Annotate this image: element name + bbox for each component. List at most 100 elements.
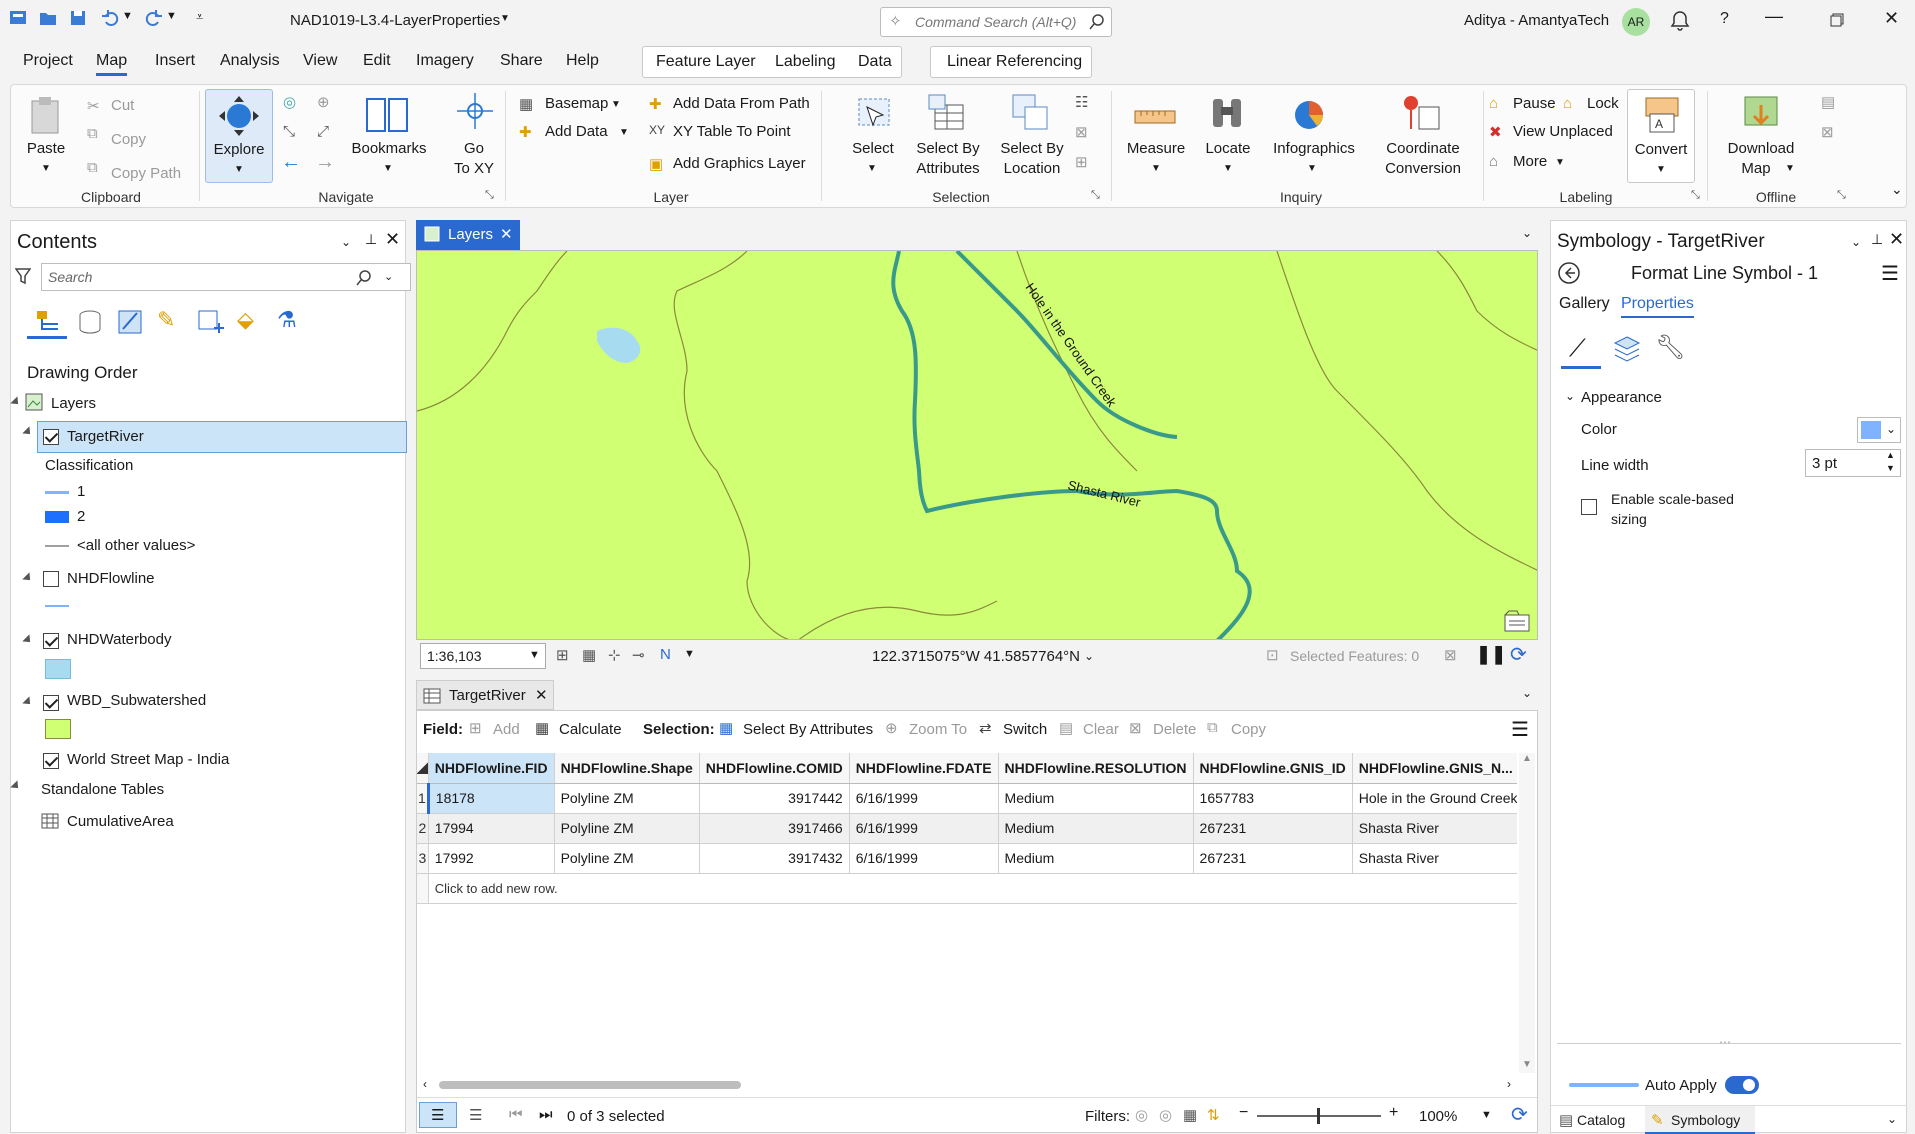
- wbd-expand-icon[interactable]: [22, 696, 34, 708]
- paste-button[interactable]: Paste: [23, 139, 69, 159]
- notifications-bell-icon[interactable]: [1670, 10, 1690, 32]
- project-title-dropdown-icon[interactable]: ▼: [500, 13, 510, 24]
- correction-tool-icon[interactable]: N: [660, 646, 671, 663]
- cell-gnis-id[interactable]: 267231: [1193, 843, 1353, 874]
- more-dropdown-icon[interactable]: ▼: [1555, 157, 1565, 168]
- tab-feature-layer[interactable]: Feature Layer: [656, 53, 756, 71]
- save-project-icon[interactable]: [68, 8, 88, 28]
- select-dropdown-icon[interactable]: ▼: [867, 163, 877, 174]
- paste-dropdown-icon[interactable]: ▼: [41, 163, 51, 174]
- row-number[interactable]: 3: [417, 843, 429, 874]
- show-all-records-button[interactable]: ☰: [419, 1102, 457, 1128]
- line-width-input[interactable]: 3 pt ▲ ▼: [1805, 449, 1901, 477]
- last-record-icon[interactable]: ⏭: [539, 1106, 553, 1123]
- open-project-icon[interactable]: [38, 8, 58, 28]
- table-row[interactable]: 2 17994 Polyline ZM 3917466 6/16/1999 Me…: [417, 813, 1517, 844]
- full-extent-icon[interactable]: ◎: [283, 93, 296, 111]
- refresh-table-icon[interactable]: ⟳: [1511, 1102, 1528, 1127]
- add-row-hint[interactable]: Click to add new row.: [428, 873, 1517, 904]
- row-number[interactable]: 2: [417, 813, 429, 844]
- add-data-button[interactable]: Add Data: [545, 123, 608, 140]
- scroll-down-icon[interactable]: ▼: [1522, 1059, 1532, 1070]
- cell-comid[interactable]: 3917466: [699, 813, 850, 844]
- column-header-resolution[interactable]: NHDFlowline.RESOLUTION: [998, 753, 1194, 784]
- table-row[interactable]: 1 18178 Polyline ZM 3917442 6/16/1999 Me…: [417, 783, 1517, 814]
- scale-based-sizing-label-line1[interactable]: Enable scale-based: [1611, 491, 1734, 507]
- infographics-dropdown-icon[interactable]: ▼: [1307, 163, 1317, 174]
- table-zoom-level[interactable]: 100%: [1419, 1108, 1457, 1125]
- tab-linear-referencing[interactable]: Linear Referencing: [947, 53, 1082, 71]
- snapping-tool-icon[interactable]: ⊹: [608, 646, 621, 664]
- cell-gnis-id[interactable]: 267231: [1193, 813, 1353, 844]
- nhdwaterbody-expand-icon[interactable]: [22, 634, 34, 646]
- selected-features-count[interactable]: Selected Features: 0: [1290, 648, 1419, 664]
- filter-extent-icon[interactable]: ◎: [1135, 1106, 1148, 1124]
- targetriver-visibility-checkbox[interactable]: [43, 429, 59, 445]
- zoom-out-fixed-icon[interactable]: ⤢: [317, 123, 329, 140]
- clear-selection-icon[interactable]: ⊠: [1075, 123, 1088, 141]
- redo-icon[interactable]: [144, 8, 164, 28]
- cell-gnis-name[interactable]: Hole in the Ground Creek: [1352, 783, 1517, 814]
- cell-fdate[interactable]: 6/16/1999: [849, 813, 999, 844]
- cell-comid[interactable]: 3917432: [699, 843, 850, 874]
- nhdflowline-symbol[interactable]: [45, 605, 69, 607]
- table-tool-icon[interactable]: ▦: [582, 646, 596, 664]
- zoom-to-selection-icon[interactable]: ⊞: [1075, 153, 1088, 171]
- restore-window-icon[interactable]: [1830, 13, 1844, 27]
- clear-selection-button[interactable]: Clear: [1083, 721, 1119, 738]
- locate-button[interactable]: Locate: [1197, 139, 1259, 159]
- tab-insert[interactable]: Insert: [155, 52, 195, 70]
- tab-share[interactable]: Share: [500, 52, 543, 70]
- convert-button[interactable]: A Convert ▼: [1627, 89, 1695, 183]
- pause-button[interactable]: Pause: [1513, 95, 1556, 112]
- symbology-options-icon[interactable]: ⌄: [1851, 235, 1861, 249]
- list-by-labeling-icon[interactable]: ⬙: [237, 307, 254, 333]
- add-data-dropdown-icon[interactable]: ▼: [619, 127, 629, 138]
- row-number[interactable]: 1: [417, 783, 429, 814]
- line-width-decrement-icon[interactable]: ▼: [1886, 463, 1895, 473]
- layer-name-wbd-subwatershed[interactable]: WBD_Subwatershed: [67, 692, 206, 709]
- close-table-tab-icon[interactable]: ✕: [535, 686, 548, 704]
- list-by-source-icon[interactable]: [77, 309, 103, 335]
- calculate-button[interactable]: Calculate: [559, 721, 622, 738]
- copy-button[interactable]: Copy: [111, 131, 146, 148]
- tab-view[interactable]: View: [303, 52, 337, 70]
- measure-button[interactable]: Measure: [1121, 139, 1191, 159]
- redo-dropdown-icon[interactable]: ▼: [166, 10, 177, 22]
- contents-options-icon[interactable]: ⌄: [341, 235, 351, 249]
- infographics-button[interactable]: Infographics: [1267, 139, 1361, 159]
- layer-name-nhdflowline[interactable]: NHDFlowline: [67, 570, 155, 587]
- class-1-symbol[interactable]: [45, 491, 69, 494]
- table-tab-list-dropdown-icon[interactable]: ⌄: [1522, 686, 1532, 700]
- wbd-symbol[interactable]: [45, 719, 71, 739]
- splitter-grip-icon[interactable]: ⋯: [1719, 1035, 1731, 1049]
- search-options-dropdown-icon[interactable]: ⌄: [384, 270, 393, 283]
- view-unplaced-button[interactable]: View Unplaced: [1513, 123, 1613, 140]
- download-map-dropdown-icon[interactable]: ▼: [1785, 163, 1795, 174]
- explore-button[interactable]: Explore ▼: [205, 89, 273, 183]
- cell-gnis-id[interactable]: 1657783: [1193, 783, 1353, 814]
- nhdflowline-expand-icon[interactable]: [22, 572, 34, 584]
- constraint-tool-icon[interactable]: ⊸: [632, 646, 645, 664]
- filter-icon[interactable]: [15, 267, 31, 285]
- lock-button[interactable]: Lock: [1587, 95, 1619, 112]
- status-tools-dropdown-icon[interactable]: ▼: [684, 648, 695, 660]
- grid-tool-icon[interactable]: ⊞: [556, 646, 569, 664]
- cut-button[interactable]: Cut: [111, 97, 134, 114]
- select-by-attributes-line2[interactable]: Attributes: [907, 159, 989, 179]
- delete-button[interactable]: Delete: [1153, 721, 1196, 738]
- back-arrow-icon[interactable]: [1557, 261, 1581, 285]
- command-search-box[interactable]: ✧ Command Search (Alt+Q): [880, 7, 1112, 37]
- next-extent-icon[interactable]: →: [315, 151, 335, 174]
- zoom-out-table-icon[interactable]: −: [1239, 1104, 1248, 1122]
- cell-fid[interactable]: 17994: [428, 813, 555, 844]
- tab-help[interactable]: Help: [566, 52, 599, 70]
- color-picker[interactable]: ⌄: [1857, 417, 1901, 443]
- add-data-from-path-button[interactable]: Add Data From Path: [673, 95, 810, 112]
- go-to-xy-line2[interactable]: To XY: [441, 159, 507, 179]
- tab-data[interactable]: Data: [858, 53, 892, 71]
- basemap-dropdown-icon[interactable]: ▼: [611, 99, 621, 110]
- table-zoom-slider[interactable]: [1257, 1108, 1381, 1124]
- map-canvas[interactable]: Hole in the Ground Creek Shasta River: [416, 250, 1538, 640]
- undo-dropdown-icon[interactable]: ▼: [122, 10, 133, 22]
